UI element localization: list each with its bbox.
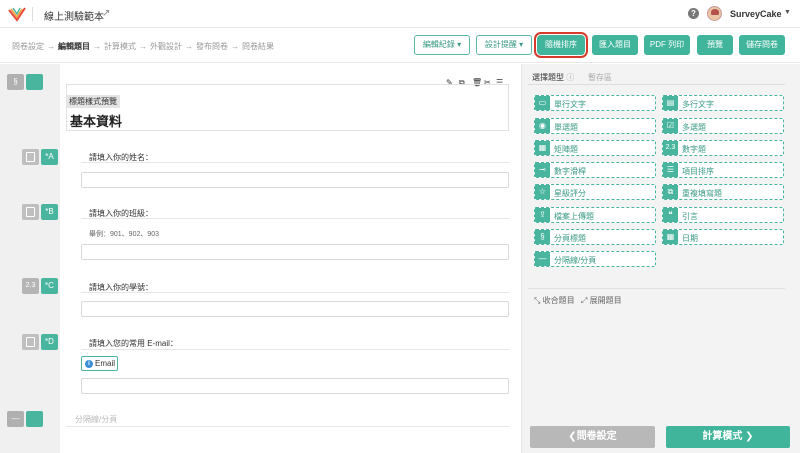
question-letter-tag[interactable]: *D (41, 334, 58, 350)
header-divider (32, 7, 33, 21)
question-underline (81, 349, 509, 350)
number-icon: 2.3 (663, 141, 678, 155)
divider-icon: — (535, 252, 550, 266)
divider-placeholder[interactable]: 分隔線/分頁 (75, 414, 117, 425)
question-type-repeat[interactable]: ⧉ 重複填寫題 (662, 184, 784, 200)
question-type-matrix[interactable]: ▦ 矩陣題 (534, 140, 656, 156)
section-title-card[interactable] (66, 84, 509, 131)
single-line-type-icon (22, 149, 39, 165)
step-breadcrumb: 問卷設定 → 編輯題目 → 計算模式 → 外觀設計 → 發布問卷 → 問卷結果 (12, 41, 274, 52)
arrow-right-icon: → (93, 42, 101, 51)
page-title-icon: § (535, 230, 550, 244)
single-line-type-icon (22, 204, 39, 220)
checkbox-icon: ☑ (663, 119, 678, 133)
number-type-icon: 2.3 (22, 278, 39, 294)
divider-drag-handle[interactable] (26, 411, 43, 427)
question-type-star-rating[interactable]: ☆ 星級評分 (534, 184, 656, 200)
question-underline (81, 292, 509, 293)
sort-icon: ☰ (663, 163, 678, 177)
import-questions-button[interactable]: 匯入題目 (592, 35, 638, 55)
help-circle-icon: ⓘ (566, 73, 575, 82)
title-style-preview-label: 標題樣式預覽 (66, 95, 120, 108)
repeat-icon: ⧉ (663, 185, 678, 199)
question-answer-field[interactable] (81, 244, 509, 260)
survey-title: 線上測驗範本 (44, 12, 104, 23)
question-label[interactable]: 請填入您的常用 E-mail： (89, 338, 178, 349)
question-type-sort[interactable]: ☰ 項目排序 (662, 162, 784, 178)
quote-icon: ❝ (663, 208, 678, 222)
question-type-slider[interactable]: ⊸ 數字滑桿 (534, 162, 656, 178)
chevron-down-icon[interactable]: ▼ (784, 9, 791, 16)
question-type-page-title[interactable]: § 分頁標題 (534, 229, 656, 245)
external-link-icon[interactable]: ↗ (102, 8, 110, 19)
step-edit-questions[interactable]: 編輯題目 (58, 42, 90, 51)
top-bar: 線上測驗範本 ↗ ? SurveyCake ▼ (0, 0, 800, 28)
arrow-right-icon: → (47, 42, 55, 51)
step-calculation-mode[interactable]: 計算模式 (104, 42, 136, 51)
question-tag-column (0, 64, 60, 453)
question-letter-tag[interactable]: *C (41, 278, 58, 294)
matrix-icon: ▦ (535, 141, 550, 155)
question-underline (81, 218, 509, 219)
single-line-icon: ▭ (535, 96, 550, 110)
help-icon[interactable]: ? (688, 8, 699, 19)
design-tips-button[interactable]: 設計提醒 ▾ (476, 35, 532, 55)
edit-log-button[interactable]: 編輯紀錄 ▾ (414, 35, 470, 55)
pdf-print-button[interactable]: PDF 列印 (644, 35, 690, 55)
question-type-divider[interactable]: — 分隔線/分頁 (534, 251, 656, 267)
user-name[interactable]: SurveyCake (730, 9, 782, 19)
star-icon: ☆ (535, 185, 550, 199)
arrow-right-icon: → (139, 42, 147, 51)
slider-icon: ⊸ (535, 163, 550, 177)
question-letter-tag[interactable]: *B (41, 204, 58, 220)
section-title[interactable]: 基本資料 (70, 111, 122, 130)
step-survey-settings[interactable]: 問卷設定 (12, 42, 44, 51)
section-tag[interactable]: § (7, 74, 24, 90)
preview-button[interactable]: 預覽 (697, 35, 733, 55)
radio-icon: ◉ (535, 119, 550, 133)
expand-questions-link[interactable]: ⤢ 展開題目 (581, 295, 622, 306)
info-icon: i (85, 360, 93, 368)
question-type-date[interactable]: ▦ 日期 (662, 229, 784, 245)
page-divider-line (66, 426, 509, 427)
random-order-button[interactable]: 隨機排序 (534, 32, 588, 58)
question-answer-field[interactable] (81, 172, 509, 188)
question-letter-tag[interactable]: *A (41, 149, 58, 165)
question-underline (81, 162, 509, 163)
question-type-number[interactable]: 2.3 數字題 (662, 140, 784, 156)
question-type-multi-line[interactable]: ▤ 多行文字 (662, 95, 784, 111)
question-type-checkbox[interactable]: ☑ 多選題 (662, 118, 784, 134)
surveycake-logo-icon[interactable] (8, 6, 26, 22)
divider-type-icon: — (7, 411, 24, 427)
email-validation-badge[interactable]: i Email (81, 356, 118, 371)
arrow-right-icon: → (185, 42, 193, 51)
tab-question-types[interactable]: 選擇題型 ⓘ (532, 72, 574, 83)
step-results[interactable]: 問卷結果 (242, 42, 274, 51)
step-bar: 問卷設定 → 編輯題目 → 計算模式 → 外觀設計 → 發布問卷 → 問卷結果 編輯紀錄 ▾ 設計提… (0, 29, 800, 63)
section-drag-handle[interactable] (26, 74, 43, 90)
save-button[interactable]: 儲存問卷 (739, 35, 785, 55)
question-type-single-line[interactable]: ▭ 單行文字 (534, 95, 656, 111)
single-line-type-icon (22, 334, 39, 350)
avatar[interactable] (707, 6, 722, 21)
step-publish[interactable]: 發布問卷 (196, 42, 228, 51)
tab-staging-area[interactable]: 暫存區 (588, 72, 612, 83)
next-calculation-mode-button[interactable]: 計算模式 ❯ (666, 426, 790, 448)
upload-icon: ⇪ (535, 208, 550, 222)
question-hint[interactable]: 舉例：901、902、903 (89, 229, 159, 239)
question-type-file-upload[interactable]: ⇪ 檔案上傳題 (534, 207, 656, 223)
tab-underline (528, 84, 785, 85)
collapse-questions-link[interactable]: ⤡ 收合題目 (534, 295, 575, 306)
question-answer-field[interactable] (81, 378, 509, 394)
question-type-quote[interactable]: ❝ 引言 (662, 207, 784, 223)
arrow-right-icon: → (231, 42, 239, 51)
question-answer-field[interactable] (81, 301, 509, 317)
date-icon: ▦ (663, 230, 678, 244)
multi-line-icon: ▤ (663, 96, 678, 110)
step-appearance[interactable]: 外觀設計 (150, 42, 182, 51)
question-type-radio[interactable]: ◉ 單選題 (534, 118, 656, 134)
back-to-settings-button[interactable]: ❮問卷設定 (530, 426, 655, 448)
panel-divider (528, 288, 785, 289)
